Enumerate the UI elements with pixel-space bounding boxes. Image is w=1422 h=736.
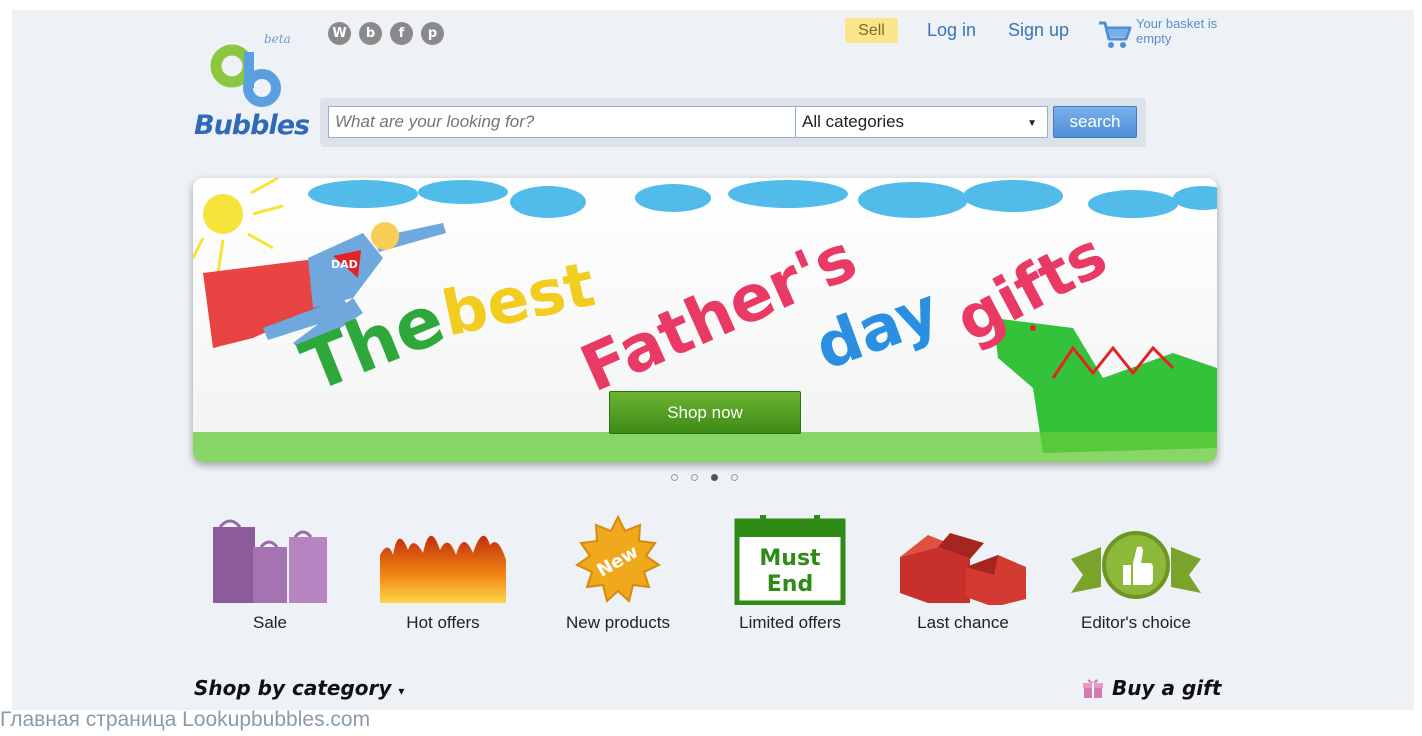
carousel-dot-2[interactable]: [691, 474, 698, 481]
banner-badge: DAD: [331, 258, 358, 271]
new-badge-icon: New: [574, 515, 662, 603]
wordpress-icon[interactable]: W: [328, 22, 351, 45]
logo-beta-label: beta: [264, 32, 291, 46]
svg-text:End: End: [767, 572, 813, 597]
login-link[interactable]: Log in: [927, 20, 976, 41]
thumbs-up-ribbon-icon: [1071, 531, 1201, 599]
search-button[interactable]: search: [1053, 106, 1137, 138]
basket-link[interactable]: Your basket is empty: [1098, 16, 1228, 52]
grass-icon: [193, 432, 1217, 462]
clouds-icon: [308, 180, 1217, 218]
tile-limited-offers-label: Limited offers: [739, 613, 841, 632]
chevron-down-icon: ▼: [1027, 118, 1037, 129]
banner-headline: The best Father's day gifts: [290, 218, 1118, 409]
shopping-cart-icon: [1099, 21, 1132, 48]
flames-icon: [380, 535, 506, 603]
category-dropdown[interactable]: All categories ▼: [795, 106, 1048, 138]
gift-icon: [1083, 679, 1103, 698]
hero-banner[interactable]: DAD The best Father's day gifts Shop now: [193, 178, 1217, 462]
tile-sale[interactable]: Sale: [195, 515, 345, 635]
chevron-down-icon: ▾: [398, 684, 405, 698]
tile-last-chance-label: Last chance: [917, 613, 1009, 632]
page-background: beta Bubbles W b f p Sell Log in Sign up…: [12, 10, 1414, 710]
carousel-dot-4[interactable]: [731, 474, 738, 481]
search-input[interactable]: [328, 106, 796, 138]
shopping-bags-icon: [213, 519, 327, 603]
shop-by-category-label: Shop by category: [194, 676, 392, 700]
tile-sale-label: Sale: [252, 613, 288, 632]
tile-limited-offers[interactable]: Must End Limited offers: [715, 515, 865, 635]
social-links: W b f p: [328, 22, 444, 45]
svg-text:best: best: [436, 247, 601, 350]
logo-wordmark: Bubbles: [194, 110, 310, 141]
site-logo[interactable]: beta Bubbles: [194, 20, 314, 145]
carousel-dot-1[interactable]: [671, 474, 678, 481]
tile-hot-offers-label: Hot offers: [406, 613, 480, 632]
search-bar: All categories ▼ search: [320, 98, 1146, 147]
open-boxes-icon: [900, 533, 1026, 605]
basket-status: Your basket is empty: [1136, 16, 1218, 46]
tile-new-products[interactable]: New New products: [543, 515, 693, 635]
tile-editors-choice-label: Editor's choice: [1080, 613, 1192, 632]
carousel-dot-3[interactable]: [711, 474, 718, 481]
category-selected-value: All categories: [802, 112, 905, 131]
pinterest-icon[interactable]: p: [421, 22, 444, 45]
sell-button[interactable]: Sell: [845, 18, 898, 43]
svg-text:Must: Must: [759, 546, 821, 571]
carousel-indicators: [671, 474, 738, 481]
tile-hot-offers[interactable]: Hot offers: [368, 515, 518, 635]
shop-now-button[interactable]: Shop now: [609, 391, 801, 434]
screenshot-caption: Главная страница Lookupbubbles.com: [0, 708, 371, 731]
buy-a-gift-label: Buy a gift: [1112, 676, 1222, 700]
calendar-icon: Must End: [734, 515, 846, 605]
buy-a-gift-link[interactable]: Buy a gift: [1082, 676, 1221, 700]
tile-new-products-label: New products: [566, 613, 670, 632]
facebook-icon[interactable]: f: [390, 22, 413, 45]
tile-last-chance[interactable]: Last chance: [888, 515, 1038, 635]
shop-by-category-toggle[interactable]: Shop by category ▾: [194, 676, 404, 700]
sun-icon: [203, 194, 243, 234]
blogger-icon[interactable]: b: [359, 22, 382, 45]
signup-link[interactable]: Sign up: [1008, 20, 1069, 41]
tile-editors-choice[interactable]: Editor's choice: [1061, 515, 1211, 635]
